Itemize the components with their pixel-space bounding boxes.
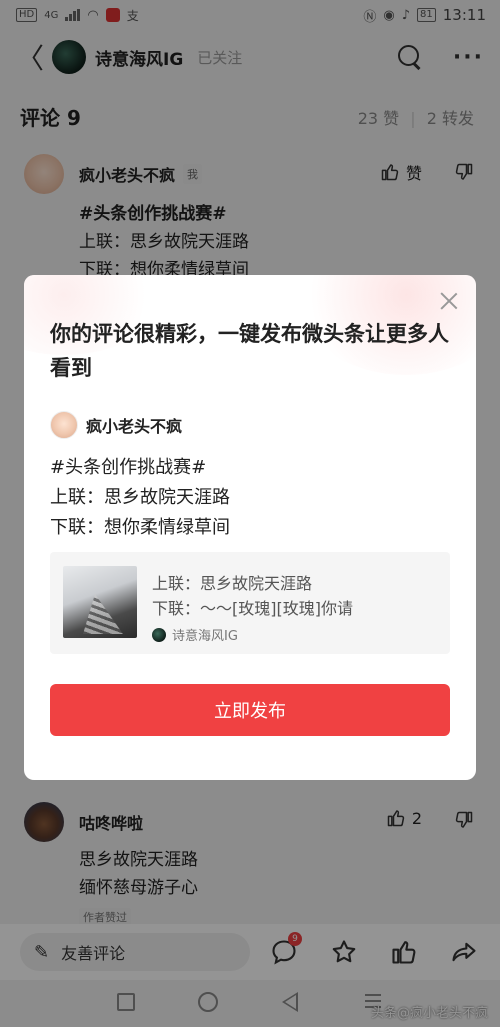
quoted-article-card[interactable]: 上联：思乡故院天涯路 下联：～～[玫瑰][玫瑰]你请 诗意海风IG <box>50 552 450 654</box>
dialog-line: 下联：想你柔情绿草间 <box>50 517 230 538</box>
card-source: 诗意海风IG <box>152 625 238 644</box>
dialog-line: #头条创作挑战赛# <box>50 457 207 478</box>
close-icon[interactable] <box>440 291 458 309</box>
card-line: 上联：思乡故院天涯路 <box>152 574 313 593</box>
source-avatar <box>152 627 166 642</box>
avatar <box>50 411 78 439</box>
dialog-body: #头条创作挑战赛# 上联：思乡故院天涯路 下联：想你柔情绿草间 <box>50 453 230 543</box>
publish-button[interactable]: 立即发布 <box>50 684 450 736</box>
card-line: 下联：～～[玫瑰][玫瑰]你请 <box>152 599 353 618</box>
article-thumbnail <box>63 566 137 638</box>
publish-dialog: 你的评论很精彩，一键发布微头条让更多人看到 疯小老头不疯 #头条创作挑战赛# 上… <box>24 275 476 780</box>
dialog-line: 上联：思乡故院天涯路 <box>50 487 230 508</box>
dialog-title: 你的评论很精彩，一键发布微头条让更多人看到 <box>50 322 449 380</box>
dialog-author: 疯小老头不疯 <box>50 411 182 439</box>
dialog-author-name: 疯小老头不疯 <box>86 417 183 436</box>
card-source-name: 诗意海风IG <box>172 629 238 644</box>
